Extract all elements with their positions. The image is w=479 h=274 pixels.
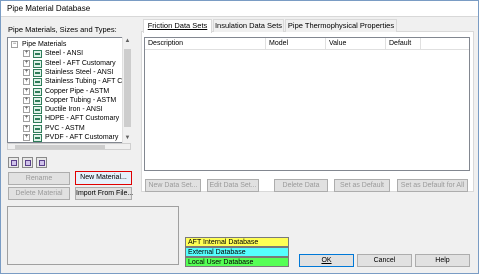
legend-label: Local User Database [188, 259, 254, 266]
column-divider [265, 38, 266, 50]
scroll-down-icon[interactable]: ▼ [123, 134, 132, 143]
expand-icon[interactable]: + [23, 106, 30, 114]
edit-data-set-button[interactable]: Edit Data Set... [207, 179, 259, 192]
rename-button[interactable]: Rename [8, 172, 70, 185]
scroll-thumb[interactable] [124, 49, 131, 127]
tab-pipe-thermophysical-properties[interactable]: Pipe Thermophysical Properties [285, 19, 397, 32]
import-from-file-button[interactable]: Import From File... [75, 187, 133, 200]
new-material-button[interactable]: New Material... [75, 171, 132, 185]
pipe-material-icon [33, 59, 42, 68]
pipe-material-icon [33, 50, 42, 59]
tree-vertical-scrollbar[interactable]: ▲ ▼ [122, 37, 131, 143]
column-header-model[interactable]: Model [269, 40, 288, 47]
show-sizes-button[interactable] [36, 157, 47, 168]
expand-icon[interactable]: + [23, 68, 30, 76]
hscroll-thumb[interactable] [15, 145, 105, 149]
set-as-default-for-all-button[interactable]: Set as Default for All [397, 179, 468, 192]
grid-header: Description Model Value Default [145, 38, 469, 50]
new-data-set-button[interactable]: New Data Set... [145, 179, 201, 192]
pipe-material-icon [33, 96, 42, 105]
collapse-all-icon [25, 160, 31, 166]
pipe-material-icon [33, 134, 42, 142]
legend-local-user: Local User Database [185, 257, 289, 267]
delete-material-button[interactable]: Delete Material [8, 187, 70, 200]
column-divider [420, 38, 421, 50]
column-header-default[interactable]: Default [389, 40, 411, 47]
expand-icon[interactable]: + [23, 115, 30, 123]
pipe-material-icon [33, 124, 42, 133]
expand-icon[interactable]: + [23, 134, 30, 141]
ok-button[interactable]: OK [299, 254, 354, 267]
expand-icon[interactable]: + [23, 78, 30, 86]
delete-data-button[interactable]: Delete Data [274, 179, 328, 192]
pipe-material-icon [33, 78, 42, 87]
expand-icon[interactable]: + [23, 96, 30, 104]
expand-icon[interactable]: + [23, 87, 30, 95]
expand-icon[interactable]: + [23, 50, 30, 58]
materials-tree[interactable]: − Pipe Materials + Steel - ANSI + Steel - AFT… [7, 37, 131, 143]
ok-label: OK [321, 257, 332, 264]
expand-icon[interactable]: + [23, 59, 30, 67]
pipe-material-icon [33, 68, 42, 77]
pipe-material-database-window: Pipe Material Database Pipe Materials, S… [0, 0, 479, 274]
collapse-all-button[interactable] [22, 157, 33, 168]
info-box [7, 206, 179, 265]
column-header-value[interactable]: Value [329, 40, 346, 47]
help-button[interactable]: Help [415, 254, 470, 267]
legend-external: External Database [185, 247, 289, 257]
window-title: Pipe Material Database [7, 4, 91, 13]
expand-all-icon [11, 160, 17, 166]
legend-label: AFT Internal Database [188, 239, 259, 246]
show-sizes-icon [39, 160, 45, 166]
pipe-material-icon [33, 87, 42, 96]
column-divider [325, 38, 326, 50]
tree-horizontal-scrollbar[interactable] [7, 143, 131, 150]
tab-insulation-data-sets[interactable]: Insulation Data Sets [213, 19, 284, 32]
tree-item-label: PVDF - AFT Customary [45, 134, 119, 141]
title-bar: Pipe Material Database [1, 1, 478, 17]
pipe-material-icon [33, 115, 42, 124]
tree-label: Pipe Materials, Sizes and Types: [8, 25, 117, 34]
set-as-default-button[interactable]: Set as Default [334, 179, 390, 192]
collapse-icon[interactable]: − [11, 41, 18, 48]
column-divider [385, 38, 386, 50]
column-header-description[interactable]: Description [148, 40, 183, 47]
expand-icon[interactable]: + [23, 124, 30, 132]
expand-all-button[interactable] [8, 157, 19, 168]
pipe-material-icon [33, 106, 42, 115]
scroll-up-icon[interactable]: ▲ [123, 37, 132, 46]
cancel-button[interactable]: Cancel [357, 254, 412, 267]
tab-label: Pipe Thermophysical Properties [287, 21, 395, 30]
legend-aft-internal: AFT Internal Database [185, 237, 289, 247]
legend-label: External Database [188, 249, 246, 256]
tab-friction-data-sets[interactable]: Friction Data Sets [143, 19, 212, 33]
friction-data-grid[interactable]: Description Model Value Default [144, 37, 470, 171]
tab-label: Friction Data Sets [147, 21, 208, 30]
tab-label: Insulation Data Sets [214, 21, 283, 30]
